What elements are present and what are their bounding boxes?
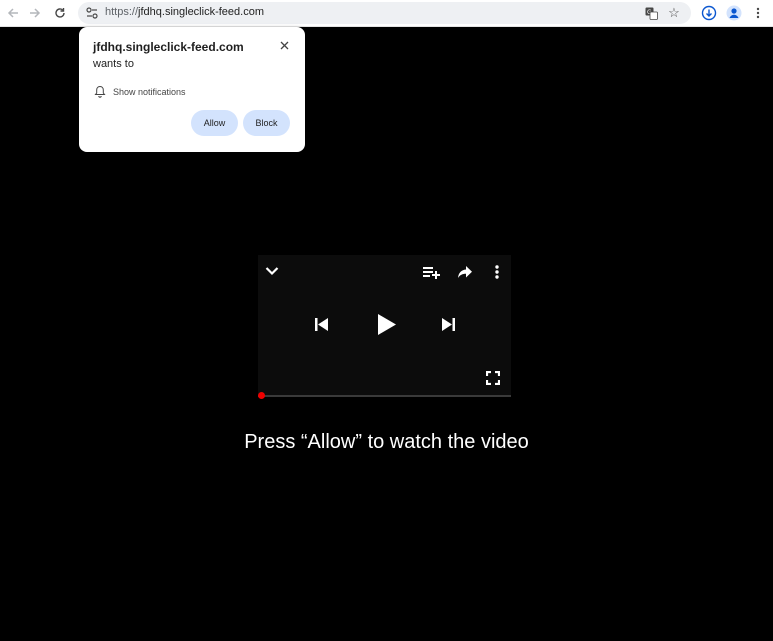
bookmark-star-icon[interactable]: ☆ xyxy=(666,5,682,21)
next-icon[interactable] xyxy=(442,318,455,331)
prompt-site: jfdhq.singleclick-feed.com xyxy=(93,40,244,54)
notification-permission-prompt: jfdhq.singleclick-feed.com wants to Show… xyxy=(79,27,305,152)
download-icon xyxy=(701,5,717,21)
chevron-down-icon[interactable] xyxy=(265,266,279,276)
more-vert-icon[interactable] xyxy=(495,265,499,279)
fullscreen-icon[interactable] xyxy=(486,371,500,385)
url-text[interactable]: https://jfdhq.singleclick-feed.com xyxy=(105,6,264,18)
allow-button[interactable]: Allow xyxy=(191,110,238,136)
url-scheme: https:// xyxy=(105,6,139,18)
progress-bar[interactable] xyxy=(258,395,511,397)
progress-scrubber[interactable] xyxy=(258,392,265,399)
profile-button[interactable] xyxy=(723,2,745,24)
allow-instruction-caption: Press “Allow” to watch the video xyxy=(244,431,529,453)
translate-icon[interactable]: G xyxy=(643,5,659,21)
back-button[interactable] xyxy=(2,2,24,24)
back-arrow-icon xyxy=(7,8,18,18)
avatar-icon xyxy=(726,5,742,21)
permission-label: Show notifications xyxy=(113,87,186,97)
more-vert-icon xyxy=(756,7,760,19)
video-player[interactable] xyxy=(258,255,511,396)
close-button[interactable] xyxy=(276,37,292,53)
url-host: jfdhq.singleclick-feed.com xyxy=(138,6,264,18)
prompt-wants-to: wants to xyxy=(93,58,134,70)
bell-icon xyxy=(94,85,106,98)
share-icon[interactable] xyxy=(457,265,473,279)
add-to-queue-icon[interactable] xyxy=(423,266,441,279)
play-icon[interactable] xyxy=(378,314,396,335)
site-settings-icon[interactable] xyxy=(84,5,100,21)
address-bar[interactable]: https://jfdhq.singleclick-feed.com G ☆ xyxy=(78,2,691,24)
downloads-button[interactable] xyxy=(698,2,720,24)
previous-icon[interactable] xyxy=(315,318,328,331)
block-button[interactable]: Block xyxy=(243,110,290,136)
forward-arrow-icon xyxy=(30,8,41,18)
browser-toolbar: https://jfdhq.singleclick-feed.com G ☆ xyxy=(0,0,773,27)
close-icon xyxy=(280,41,288,49)
reload-button[interactable] xyxy=(49,2,71,24)
reload-icon xyxy=(55,8,65,18)
menu-button[interactable] xyxy=(747,2,769,24)
forward-button[interactable] xyxy=(24,2,46,24)
